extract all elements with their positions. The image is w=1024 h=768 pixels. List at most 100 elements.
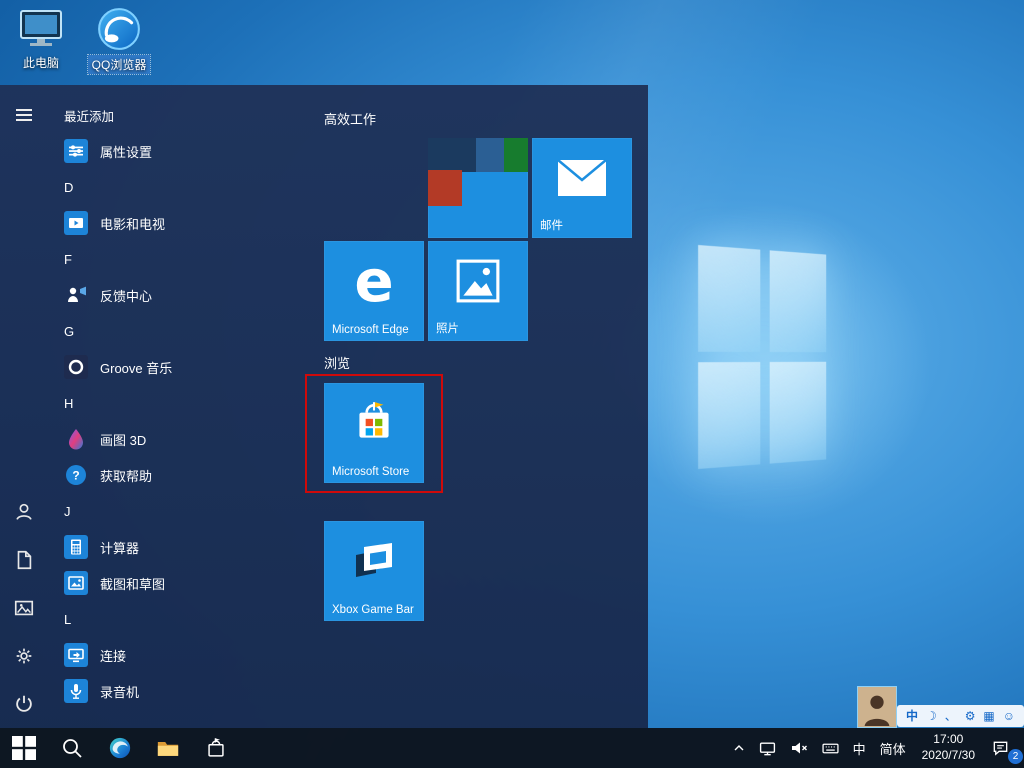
tile-mail[interactable]: 邮件 [532,138,632,238]
placeholder-block-green [504,138,528,172]
windows-desktop: { "desktop": { "icons": [ { "label": "此电… [0,0,1024,768]
logo-pane [698,245,760,352]
touch-keyboard-button[interactable] [815,728,846,768]
file-explorer-button[interactable] [144,728,192,768]
app-list-item-voice-recorder[interactable]: 录音机 [0,673,305,709]
desktop-icon-this-pc[interactable]: 此电脑 [4,8,78,72]
feedback-hub-app-icon [64,283,88,307]
app-list-letter-h[interactable]: H [0,385,305,421]
photos-icon [428,241,528,321]
paint-3d-app-icon [64,427,88,451]
app-list-item-property-settings[interactable]: 属性设置 [0,133,305,169]
taskbar: 中 简体 17:00 2020/7/30 2 [0,728,1024,768]
tile-label: Xbox Game Bar [332,604,414,616]
start-button[interactable] [0,728,48,768]
taskbar-edge-button[interactable] [96,728,144,768]
app-label: 反馈中心 [100,286,152,305]
letter-label: H [64,396,73,411]
avatar [858,687,896,727]
tile-label: Microsoft Store [332,466,409,478]
language-indicator[interactable]: 简体 [873,728,913,768]
tile-xbox-game-bar[interactable]: Xbox Game Bar [324,521,424,621]
app-label: 电影和电视 [100,214,165,233]
qq-login-mini-window[interactable] [857,686,897,728]
desktop-icon-label: QQ浏览器 [88,55,151,74]
letter-label: D [64,180,73,195]
app-list-letter-l[interactable]: L [0,601,305,637]
edge-logo-icon: e [324,241,424,321]
app-list-item-movies-tv[interactable]: 电影和电视 [0,205,305,241]
placeholder-block-red [428,170,462,206]
tile-label: 邮件 [540,217,563,233]
app-list-letter-j[interactable]: J [0,493,305,529]
network-status-button[interactable] [752,728,783,768]
app-label: Groove 音乐 [100,358,172,377]
logo-pane [770,362,826,464]
app-label: 获取帮助 [100,466,152,485]
system-tray: 中 简体 17:00 2020/7/30 2 [726,728,1024,768]
movies-tv-app-icon [64,211,88,235]
app-list-item-calculator[interactable]: 计算器 [0,529,305,565]
volume-button[interactable] [783,728,815,768]
app-label: 截图和草图 [100,574,165,593]
section-label: 最近添加 [64,106,114,125]
ime-mode-indicator[interactable]: 中 [846,728,873,768]
connect-app-icon [64,643,88,667]
volume-muted-icon [790,740,808,756]
app-list-letter-d[interactable]: D [0,169,305,205]
desktop-icon-qq-browser[interactable]: QQ浏览器 [82,6,156,74]
desktop-icon-label: 此电脑 [19,53,63,72]
placeholder-block-blue [476,138,504,172]
snip-sketch-app-icon [64,571,88,595]
letter-label: J [64,504,71,519]
ime-mode-toggle[interactable]: 中 [906,710,918,722]
tile-microsoft-edge[interactable]: e Microsoft Edge [324,241,424,341]
time-text: 17:00 [933,732,963,748]
ime-fullwidth-toggle[interactable]: ☽ [926,710,937,722]
ime-language-bar: 中 ☽ 、 ⚙ ▦ ☺ [897,705,1024,727]
ime-keyboard-icon[interactable]: ▦ [983,710,994,722]
tile-group-title-browse[interactable]: 浏览 [324,353,350,372]
app-list-letter-f[interactable]: F [0,241,305,277]
placeholder-block-navy [428,138,476,172]
get-help-app-icon: ? [64,463,88,487]
xbox-game-bar-icon [324,521,424,601]
ime-tools-icon[interactable]: ⚙ [965,710,976,722]
app-list-section-recently-added: 最近添加 [0,97,305,133]
search-icon [60,736,84,760]
app-list-item-get-help[interactable]: ? 获取帮助 [0,457,305,493]
tile-microsoft-store[interactable]: Microsoft Store [324,383,424,483]
app-list-item-feedback-hub[interactable]: 反馈中心 [0,277,305,313]
chevron-up-icon [733,742,745,754]
logo-pane [770,250,826,352]
ime-punctuation-toggle[interactable]: 、 [945,710,957,722]
letter-label: G [64,324,74,339]
app-list-item-paint-3d[interactable]: 画图 3D [0,421,305,457]
hidden-icons-button[interactable] [726,728,752,768]
app-list-item-snip-sketch[interactable]: 截图和草图 [0,565,305,601]
edge-browser-icon [108,736,132,760]
date-text: 2020/7/30 [922,748,975,764]
groove-music-app-icon [64,355,88,379]
app-list-letter-g[interactable]: G [0,313,305,349]
windows-hero-logo [698,245,826,469]
app-label: 画图 3D [100,430,146,449]
ime-emoji-icon[interactable]: ☺ [1003,710,1015,722]
tile-photos[interactable]: 照片 [428,241,528,341]
app-list-item-connect[interactable]: 连接 [0,637,305,673]
windows-logo-icon [12,736,36,760]
microsoft-store-icon [324,383,424,463]
tile-group-title-productivity[interactable]: 高效工作 [324,109,376,128]
tile-loading-placeholder[interactable] [428,138,528,238]
mail-icon [532,138,632,218]
letter-label: L [64,612,71,627]
app-label: 属性设置 [100,142,152,161]
network-icon [759,740,776,757]
action-center-button[interactable]: 2 [984,728,1024,768]
taskbar-store-button[interactable] [192,728,240,768]
app-label: 连接 [100,646,126,665]
search-button[interactable] [48,728,96,768]
app-list-item-groove-music[interactable]: Groove 音乐 [0,349,305,385]
clock[interactable]: 17:00 2020/7/30 [913,728,984,768]
qq-browser-icon [96,6,142,52]
